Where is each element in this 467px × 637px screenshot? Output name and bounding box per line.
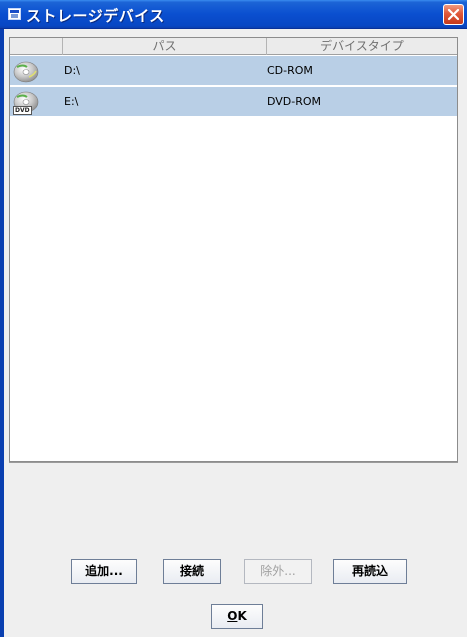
divider [9, 462, 458, 463]
add-button[interactable]: 追加... [71, 559, 137, 584]
table-cell-device-type: CD-ROM [267, 64, 313, 77]
table-row[interactable]: D:\ CD-ROM [10, 56, 457, 86]
reload-button[interactable]: 再読込 [333, 559, 407, 584]
close-button[interactable] [443, 4, 464, 25]
dvd-badge: DVD [13, 106, 32, 115]
table-header: パス デバイスタイプ [10, 38, 457, 55]
cd-disc-icon [13, 61, 39, 83]
table-row[interactable]: DVD E:\ DVD-ROM [10, 87, 457, 117]
ok-button[interactable]: OK [211, 604, 263, 629]
table-cell-icon [10, 56, 63, 86]
close-icon [447, 8, 460, 21]
storage-device-dialog: ストレージデバイス パス デバイスタイプ D:\ CD-ROM DVD E:\ … [0, 0, 467, 637]
table-cell-device-type: DVD-ROM [267, 95, 322, 108]
ok-label-rest: K [237, 609, 247, 623]
device-table[interactable]: パス デバイスタイプ D:\ CD-ROM DVD E:\ DVD-ROM [9, 37, 458, 462]
table-cell-path: D:\ [64, 64, 80, 77]
window-left-border [0, 29, 4, 637]
connect-button[interactable]: 接続 [163, 559, 221, 584]
column-header-device-type[interactable]: デバイスタイプ [267, 38, 457, 55]
table-cell-icon: DVD [10, 87, 63, 117]
column-header-icon[interactable] [10, 38, 63, 55]
window-icon [8, 8, 21, 20]
ok-mnemonic: O [227, 609, 238, 623]
title-bar[interactable]: ストレージデバイス [0, 0, 467, 29]
column-header-path[interactable]: パス [63, 38, 267, 55]
remove-button[interactable]: 除外... [244, 559, 312, 584]
window-title: ストレージデバイス [26, 7, 165, 25]
table-cell-path: E:\ [64, 95, 79, 108]
